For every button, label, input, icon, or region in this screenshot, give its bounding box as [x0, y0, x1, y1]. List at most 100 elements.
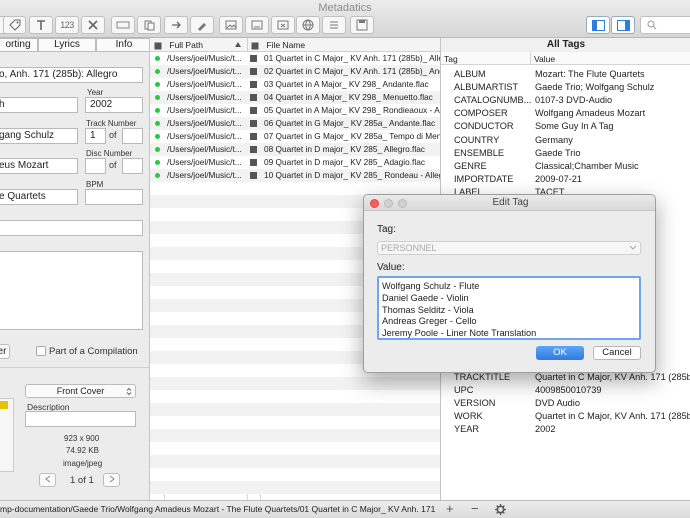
value-textarea[interactable]: Wolfgang Schulz - Flute Daniel Gaede - Vi…	[377, 276, 641, 340]
toggle-left-panel-button[interactable]	[586, 16, 610, 34]
file-row[interactable]: /Users/joel/Music/t... 03 Quartet in A Ma…	[150, 78, 440, 91]
number-button[interactable]: 123	[55, 16, 79, 34]
disc-total-field[interactable]	[122, 158, 143, 174]
tag-row[interactable]: COUNTRY Germany	[441, 134, 690, 147]
file-row[interactable]: /Users/joel/Music/t... 05 Quartet in A Ma…	[150, 104, 440, 117]
partial-button[interactable]: er	[0, 344, 10, 359]
file-name-column-header[interactable]: File Name	[248, 38, 440, 52]
comments-field[interactable]	[0, 251, 143, 330]
copy-button[interactable]	[137, 16, 161, 34]
description-field[interactable]	[25, 411, 136, 427]
tag-column-header[interactable]: Tag	[444, 54, 458, 64]
file-row[interactable]: /Users/joel/Music/t... 01 Quartet in C Ma…	[150, 52, 440, 65]
tag-select[interactable]: PERSONNEL	[377, 241, 641, 255]
artist-field[interactable]: h	[0, 97, 78, 113]
file-row	[150, 429, 440, 442]
tag-key: ALBUMARTIST	[454, 82, 519, 93]
status-dot-icon	[155, 108, 160, 113]
chevron-left-icon	[44, 475, 50, 483]
tag-row[interactable]: WORK Quartet in C Major, KV Anh. 171 (285…	[441, 410, 690, 423]
tag-row[interactable]: IMPORTDATE 2009-07-21	[441, 173, 690, 186]
track-total-field[interactable]	[122, 128, 143, 144]
tag-key: CATALOGNUMB...	[454, 95, 532, 106]
tag-row[interactable]: YEAR 2002	[441, 423, 690, 436]
file-row[interactable]: /Users/joel/Music/t... 07 Quartet in G Ma…	[150, 130, 440, 143]
artwork-prev-button[interactable]	[39, 473, 56, 487]
convert-button[interactable]	[111, 16, 135, 34]
tag-row[interactable]: UPC 4009850010739	[441, 384, 690, 397]
album-artist-field[interactable]: gang Schulz	[0, 128, 78, 144]
move-button[interactable]	[164, 16, 188, 34]
tab-lyrics[interactable]: Lyrics	[38, 38, 96, 52]
file-row[interactable]: /Users/joel/Music/t... 04 Quartet in A Ma…	[150, 91, 440, 104]
status-dot-icon	[155, 121, 160, 126]
text-button[interactable]	[29, 16, 53, 34]
status-dot-icon	[155, 56, 160, 61]
status-dot-icon	[155, 95, 160, 100]
brush-button[interactable]	[190, 16, 214, 34]
disc-number-field[interactable]	[85, 158, 106, 174]
year-field[interactable]: 2002	[85, 97, 143, 113]
cancel-button[interactable]: Cancel	[593, 346, 641, 360]
search-field[interactable]	[640, 16, 690, 34]
album-field[interactable]: e Quartets	[0, 189, 78, 205]
full-path-column-header[interactable]: Full Path	[150, 38, 248, 52]
tag-row[interactable]: CONDUCTOR Some Guy In A Tag	[441, 120, 690, 133]
tag-button[interactable]	[3, 16, 26, 34]
add-tag-button[interactable]: +	[446, 501, 454, 516]
image-export-button[interactable]	[245, 16, 269, 34]
file-row[interactable]: /Users/joel/Music/t... 10 Quartet in D ma…	[150, 169, 440, 182]
tag-row[interactable]: ALBUMARTIST Gaede Trio; Wolfgang Schulz	[441, 81, 690, 94]
tag-row[interactable]: COMPOSER Wolfgang Amadeus Mozart	[441, 107, 690, 120]
image-button[interactable]	[219, 16, 243, 34]
list-icon	[330, 21, 338, 29]
value-column-header[interactable]: Value	[534, 54, 555, 64]
title-field[interactable]: o, Anh. 171 (285b): Allegro	[0, 67, 143, 83]
tools-button[interactable]	[81, 16, 105, 34]
track-of-label: of	[109, 130, 117, 140]
tag-row[interactable]: CATALOGNUMB... 0107-3 DVD-Audio	[441, 94, 690, 107]
file-icon	[250, 146, 257, 154]
tag-row[interactable]: ALBUM Mozart: The Flute Quartets	[441, 68, 690, 81]
file-row[interactable]: /Users/joel/Music/t... 06 Quartet in G Ma…	[150, 117, 440, 130]
tag-row[interactable]: ENSEMBLE Gaede Trio	[441, 147, 690, 160]
compilation-checkbox[interactable]	[36, 346, 46, 356]
tab-info[interactable]: Info	[96, 38, 149, 52]
file-row[interactable]: /Users/joel/Music/t... 08 Quartet in D ma…	[150, 143, 440, 156]
toggle-right-panel-button[interactable]	[611, 16, 635, 34]
track-number-field[interactable]: 1	[85, 128, 106, 144]
gear-icon[interactable]	[495, 504, 506, 515]
tab-sorting[interactable]: orting	[0, 38, 38, 52]
ok-button[interactable]: OK	[536, 346, 584, 360]
tag-key: ALBUM	[454, 69, 486, 79]
file-row	[150, 468, 440, 481]
file-row[interactable]: /Users/joel/Music/t... 02 Quartet in C Ma…	[150, 65, 440, 78]
artwork-type-select[interactable]: Front Cover	[25, 384, 136, 398]
artwork-dimensions: 923 x 900	[64, 434, 100, 443]
composer-field[interactable]: eus Mozart	[0, 158, 78, 174]
file-path-cell: /Users/joel/Music/t...	[167, 131, 242, 141]
tag-row[interactable]: GENRE Classical;Chamber Music	[441, 160, 690, 173]
bpm-field[interactable]	[85, 189, 143, 205]
list-button[interactable]	[322, 16, 346, 34]
artwork-thumbnail[interactable]	[0, 398, 14, 472]
file-row[interactable]: /Users/joel/Music/t... 09 Quartet in D ma…	[150, 156, 440, 169]
clipboard-icon	[144, 20, 155, 31]
remove-tag-button[interactable]: −	[471, 501, 479, 516]
image-remove-button[interactable]	[271, 16, 295, 34]
current-file-path: mp-documentation/Gaede Trio/Wolfgang Ama…	[0, 504, 438, 514]
full-path-header-label: Full Path	[169, 40, 203, 50]
file-icon	[250, 55, 257, 63]
file-row	[150, 403, 440, 416]
save-button[interactable]	[350, 16, 374, 34]
file-row	[150, 390, 440, 403]
tag-row[interactable]: VERSION DVD Audio	[441, 397, 690, 410]
grouping-field[interactable]	[0, 220, 143, 236]
file-name-cell: 08 Quartet in D major_ KV 285_ Allegro.f…	[264, 144, 425, 154]
globe-button[interactable]	[296, 16, 320, 34]
file-icon	[154, 42, 162, 50]
value-label: Value:	[377, 262, 405, 273]
tag-value: Quartet in C Major, KV Anh. 171 (285b	[535, 411, 690, 422]
disc-of-label: of	[109, 160, 117, 170]
artwork-next-button[interactable]	[103, 473, 120, 487]
